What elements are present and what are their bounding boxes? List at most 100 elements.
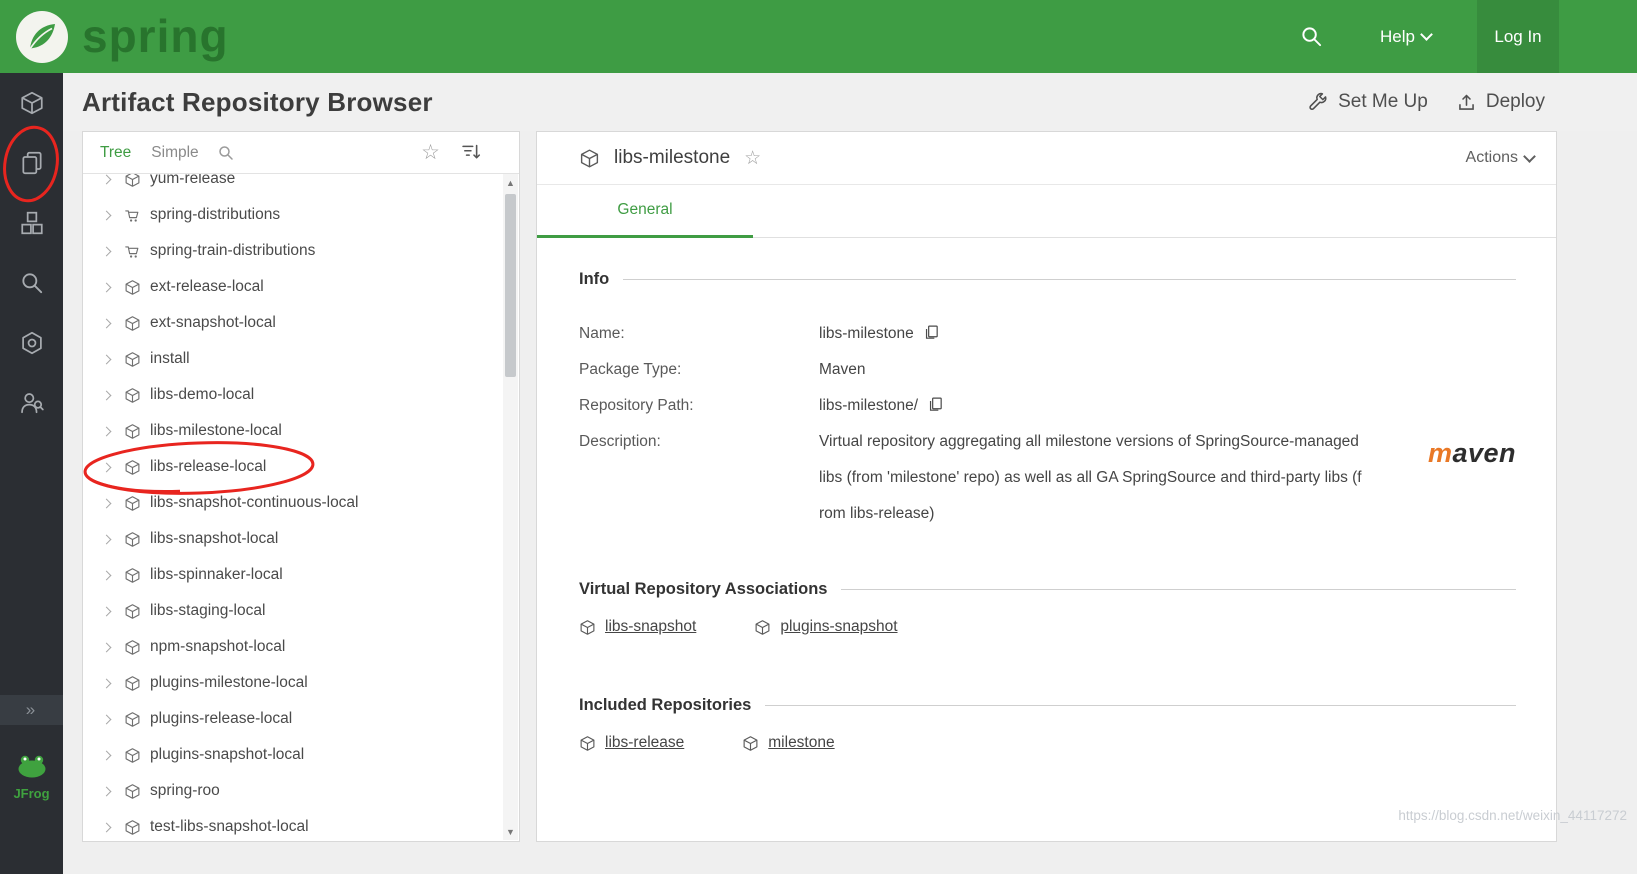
search-icon[interactable] (1298, 25, 1324, 48)
tree-item-ext-release-local[interactable]: ext-release-local (83, 269, 503, 305)
sidebar-expand-button[interactable]: » (0, 695, 63, 725)
tree-item-label: ext-snapshot-local (150, 314, 276, 332)
tree-item-libs-spinnaker-local[interactable]: libs-spinnaker-local (83, 557, 503, 593)
sidebar-item-artifacts[interactable] (0, 133, 63, 193)
tree-scrollbar[interactable]: ▲ ▼ (503, 174, 518, 840)
expand-chevron-icon[interactable] (102, 354, 112, 364)
expand-chevron-icon[interactable] (102, 498, 112, 508)
tree-item-libs-snapshot-local[interactable]: libs-snapshot-local (83, 521, 503, 557)
repository-cube-icon (124, 459, 141, 476)
repository-cube-icon (124, 423, 141, 440)
repo-link-milestone[interactable]: milestone (742, 734, 834, 752)
tree-item-plugins-release-local[interactable]: plugins-release-local (83, 701, 503, 737)
expand-chevron-icon[interactable] (102, 606, 112, 616)
expand-chevron-icon[interactable] (102, 786, 112, 796)
repository-cube-icon (124, 603, 141, 620)
name-label: Name: (579, 316, 819, 352)
expand-chevron-icon[interactable] (102, 750, 112, 760)
repository-cube-icon (124, 639, 141, 656)
tree-item-spring-distributions[interactable]: spring-distributions (83, 197, 503, 233)
repo-link-label: libs-release (605, 734, 684, 752)
repo-path-value: libs-milestone/ (819, 388, 918, 424)
tree-item-plugins-snapshot-local[interactable]: plugins-snapshot-local (83, 737, 503, 773)
expand-chevron-icon[interactable] (102, 318, 112, 328)
sidebar-item-search[interactable] (0, 253, 63, 313)
sidebar-item-packages[interactable] (0, 193, 63, 253)
tree-item-libs-snapshot-continuous-local[interactable]: libs-snapshot-continuous-local (83, 485, 503, 521)
copy-icon[interactable] (927, 396, 944, 413)
scrollbar-thumb[interactable] (505, 194, 516, 377)
login-button[interactable]: Log In (1477, 0, 1559, 73)
tab-tree[interactable]: Tree (100, 144, 131, 162)
expand-chevron-icon[interactable] (102, 426, 112, 436)
actions-menu[interactable]: Actions (1466, 149, 1534, 167)
tree-item-libs-demo-local[interactable]: libs-demo-local (83, 377, 503, 413)
expand-chevron-icon[interactable] (102, 462, 112, 472)
repo-link-libs-snapshot[interactable]: libs-snapshot (579, 618, 696, 636)
set-me-up-button[interactable]: Set Me Up (1307, 91, 1428, 113)
chevron-down-icon (1420, 28, 1433, 41)
user-search-icon (19, 390, 45, 416)
detail-tabs: General (537, 185, 1556, 238)
tree-item-label: plugins-snapshot-local (150, 746, 304, 764)
sidebar-item-admin[interactable] (0, 373, 63, 433)
tree-item-libs-milestone-local[interactable]: libs-milestone-local (83, 413, 503, 449)
help-menu[interactable]: Help (1380, 27, 1431, 47)
repository-title: libs-milestone (614, 147, 730, 169)
jfrog-logo: JFrog (0, 753, 63, 801)
expand-chevron-icon[interactable] (102, 246, 112, 256)
tree-item-label: npm-snapshot-local (150, 638, 285, 656)
expand-chevron-icon[interactable] (102, 282, 112, 292)
tree-item-test-libs-snapshot-local[interactable]: test-libs-snapshot-local (83, 809, 503, 840)
sidebar-item-home[interactable] (0, 73, 63, 133)
repo-link-libs-release[interactable]: libs-release (579, 734, 684, 752)
favorite-star-icon[interactable]: ☆ (744, 149, 761, 168)
filter-icon[interactable] (460, 142, 481, 163)
repository-cube-icon (124, 279, 141, 296)
tree-item-yum-release[interactable]: yum-release (83, 174, 503, 197)
tree-item-npm-snapshot-local[interactable]: npm-snapshot-local (83, 629, 503, 665)
tree-item-spring-train-distributions[interactable]: spring-train-distributions (83, 233, 503, 269)
tab-general[interactable]: General (537, 185, 753, 238)
expand-chevron-icon[interactable] (102, 678, 112, 688)
copy-icon[interactable] (923, 324, 940, 341)
deploy-label: Deploy (1486, 91, 1545, 113)
detail-panel: libs-milestone ☆ Actions General Info Na… (536, 131, 1557, 842)
scroll-up-icon[interactable]: ▲ (503, 174, 518, 191)
included-repositories-list: libs-release milestone (579, 734, 1516, 752)
tree-item-label: plugins-release-local (150, 710, 292, 728)
tree-item-spring-roo[interactable]: spring-roo (83, 773, 503, 809)
scroll-down-icon[interactable]: ▼ (503, 823, 518, 840)
distribution-icon (124, 243, 141, 260)
tree-item-install[interactable]: install (83, 341, 503, 377)
info-row-description: Description: Virtual repository aggregat… (579, 424, 1516, 532)
expand-chevron-icon[interactable] (102, 534, 112, 544)
sidebar-item-builds[interactable] (0, 313, 63, 373)
expand-chevron-icon[interactable] (102, 390, 112, 400)
favorites-star-icon[interactable]: ☆ (421, 142, 440, 163)
tree-item-plugins-milestone-local[interactable]: plugins-milestone-local (83, 665, 503, 701)
repository-cube-icon (579, 619, 596, 636)
tab-simple[interactable]: Simple (151, 144, 198, 162)
repo-link-plugins-snapshot[interactable]: plugins-snapshot (754, 618, 897, 636)
expand-chevron-icon[interactable] (102, 174, 112, 184)
tree-item-libs-release-local[interactable]: libs-release-local (83, 449, 503, 485)
expand-chevron-icon[interactable] (102, 210, 112, 220)
repository-cube-icon (124, 387, 141, 404)
spring-logo[interactable]: spring (16, 0, 229, 73)
tree-item-ext-snapshot-local[interactable]: ext-snapshot-local (83, 305, 503, 341)
search-icon[interactable] (217, 144, 235, 162)
tree-item-libs-staging-local[interactable]: libs-staging-local (83, 593, 503, 629)
tree-item-label: test-libs-snapshot-local (150, 818, 309, 836)
expand-chevron-icon[interactable] (102, 714, 112, 724)
deploy-button[interactable]: Deploy (1456, 91, 1545, 113)
expand-chevron-icon[interactable] (102, 570, 112, 580)
distribution-icon (124, 207, 141, 224)
expand-chevron-icon[interactable] (102, 642, 112, 652)
upload-icon (1456, 92, 1477, 113)
description-label: Description: (579, 424, 819, 532)
expand-chevron-icon[interactable] (102, 822, 112, 832)
wrench-icon (1307, 91, 1329, 113)
tree-item-label: libs-spinnaker-local (150, 566, 283, 584)
topbar-right: Help Log In (1298, 0, 1637, 73)
